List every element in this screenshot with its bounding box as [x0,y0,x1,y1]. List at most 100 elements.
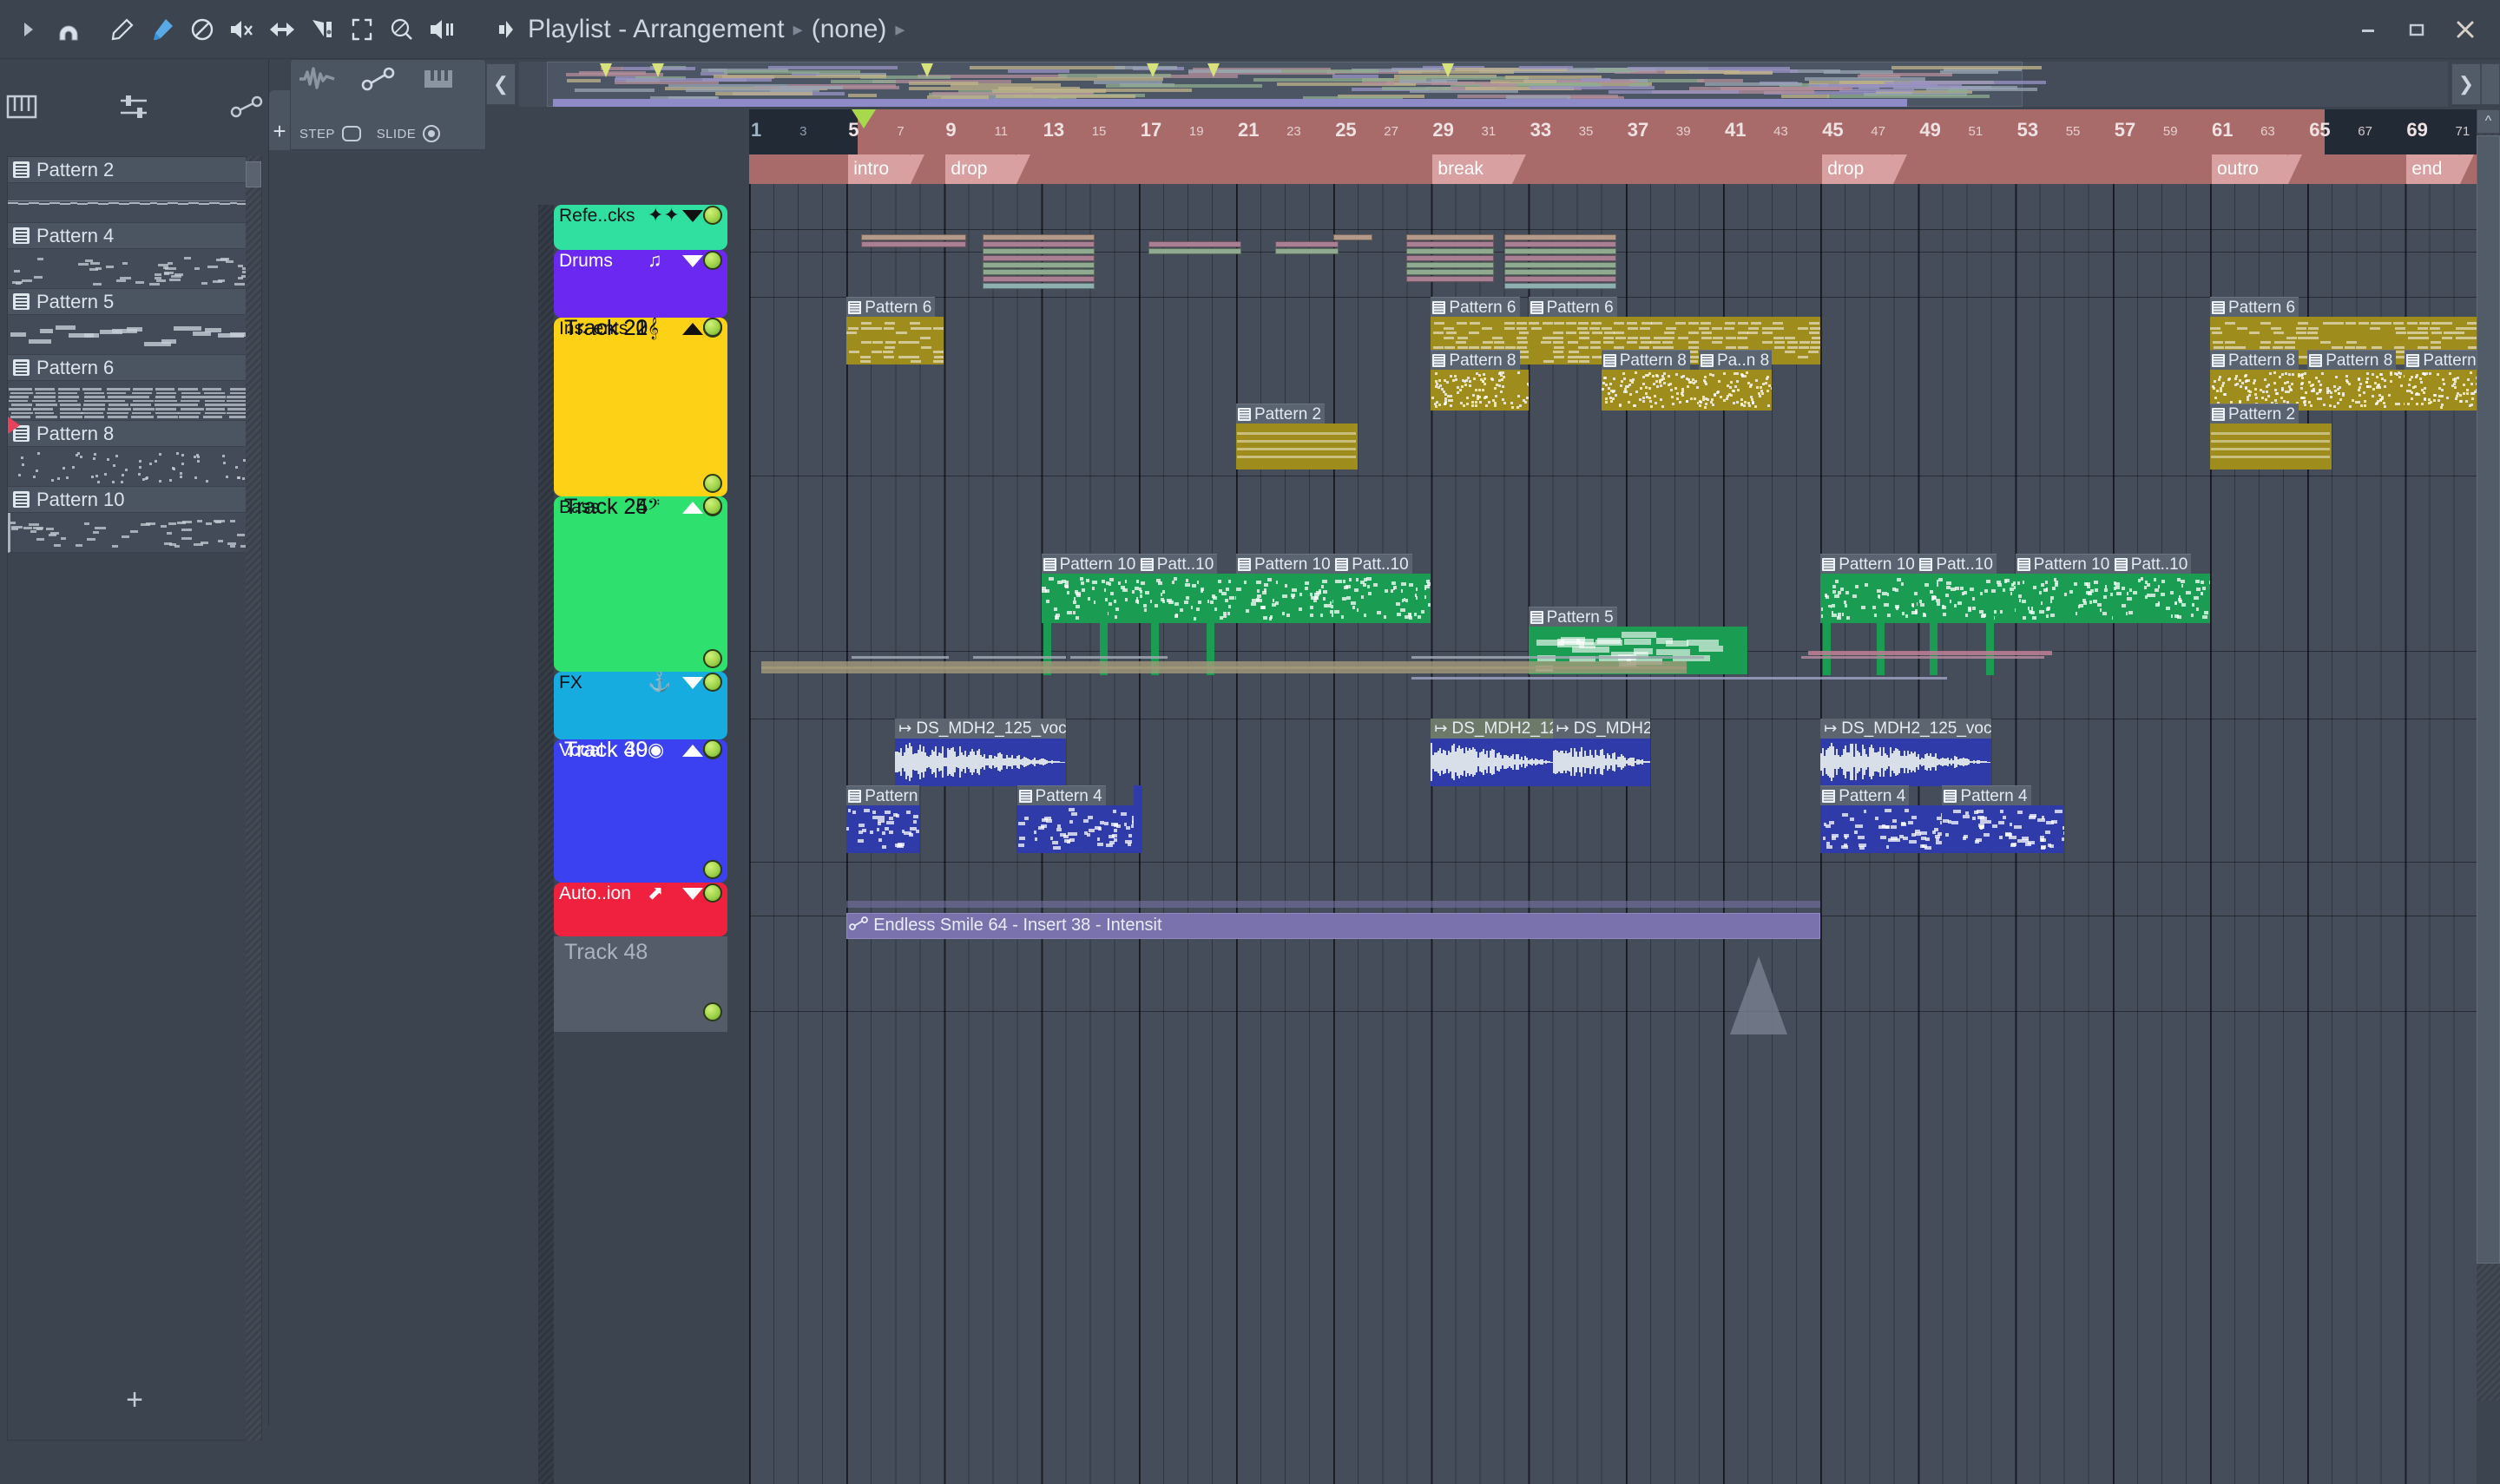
clip-label[interactable]: Patt..10 [1139,554,1218,574]
bass-oneshot-clip[interactable] [1930,607,1938,675]
slice-icon[interactable] [302,10,342,49]
audio-clip-icon[interactable] [298,67,336,91]
clip-label[interactable]: Pattern 5 [1529,607,1617,627]
menu-arrow-icon[interactable] [9,10,49,49]
timeline-marker[interactable]: break [1432,154,1512,184]
drum-clip[interactable] [1504,262,1616,268]
drum-clip[interactable] [1504,269,1616,275]
timeline-marker[interactable]: intro [848,154,911,184]
clip-label[interactable]: Pattern 8 [2210,350,2299,370]
pattern-clip[interactable]: Pattern 6 [846,297,944,364]
track-group-auto-ion[interactable]: Auto..ion⬈ [554,883,727,936]
pattern-item-preview[interactable] [8,381,261,421]
pattern-clip[interactable]: Pattern 10 [1042,554,1139,623]
fx-clip[interactable] [1411,677,1947,680]
pattern-item-preview[interactable] [8,315,261,355]
arrangement-grid[interactable]: Pattern 6Pattern 6Pattern 6Pattern 6Patt… [749,184,2477,1484]
pattern-clip[interactable]: Pattern 4 [846,785,919,853]
clip-label[interactable]: Pattern 10 [2016,554,2113,574]
track-enable-led[interactable] [703,496,722,515]
audio-clip[interactable]: ↦DS_MDH2..t_D#min [1553,719,1650,786]
drum-clip[interactable] [1406,276,1494,282]
drum-clip[interactable] [1275,248,1339,254]
piano-roll-icon[interactable] [5,92,38,121]
clip-label[interactable]: Patt..10 [1918,554,1997,574]
clip-body[interactable] [2016,574,2113,623]
track-enable-led[interactable] [703,474,722,493]
fx-clip[interactable] [1801,656,2045,659]
pattern-clip[interactable]: Pattern 8 [2405,350,2477,410]
delete-slash-icon[interactable] [182,10,222,49]
clip-label[interactable]: Pattern 4 [1017,785,1106,805]
playhead-marker[interactable] [852,109,876,128]
playlist-vertical-scrollbar[interactable]: ^ [2477,109,2500,1425]
drum-clip[interactable] [1275,241,1339,247]
track-group-collapse-arrow[interactable] [682,888,703,900]
drum-clip[interactable] [983,241,1095,247]
drum-clip[interactable] [1333,234,1372,240]
track-headers[interactable]: Refe..cks✦✦Drums♫Ins..ents𝄞Track 20...Tr… [554,205,727,1484]
track-group-drums[interactable]: Drums♫ [554,250,727,318]
overview-canvas[interactable] [519,62,2448,107]
clip-body[interactable] [1042,574,1139,623]
scroll-up-button[interactable]: ^ [2477,109,2500,134]
clip-body[interactable] [1820,805,1942,853]
drum-clip[interactable] [983,269,1095,275]
pattern-clip[interactable]: Pattern 10 [2016,554,2113,623]
automation-clip[interactable]: Endless Smile 64 - Insert 38 - Intensit [846,913,1820,939]
overview-end-handle[interactable] [2481,63,2500,105]
fx-clip[interactable] [1411,656,1704,659]
audio-waveform[interactable] [1431,739,1552,786]
drum-clip[interactable] [1504,241,1616,247]
pattern-picker-item[interactable]: Pattern 8 [8,421,261,487]
drum-clip[interactable] [983,276,1095,282]
clip-body[interactable] [2113,574,2210,623]
timeline-marker[interactable]: drop [945,154,1016,184]
overview-viewport[interactable] [547,62,2023,107]
clip-body[interactable] [1236,424,1358,469]
slip-edit-icon[interactable] [262,10,302,49]
track-group-track-48[interactable]: Track 48 [554,936,727,1032]
pattern-list-scrollbar-track[interactable] [246,156,261,1441]
track-enable-led[interactable] [703,883,722,903]
fx-clip[interactable] [1070,656,1168,659]
timeline-marker[interactable]: drop [1822,154,1893,184]
pattern-clip[interactable]: Pattern 4 [1820,785,1942,853]
clip-body[interactable] [1431,370,1528,410]
pattern-item-preview[interactable] [8,513,261,553]
timeline-marker[interactable]: end [2406,154,2460,184]
automation-clip-icon[interactable] [360,67,397,91]
track-enable-led[interactable] [703,1002,722,1021]
automation-clip-label[interactable]: Endless Smile 64 - Insert 38 - Intensit [849,914,1161,937]
overview-scroll-left[interactable]: ❮ [486,63,516,105]
add-pattern-button[interactable]: + [0,1375,269,1425]
pattern-picker-item[interactable]: Pattern 5 [8,289,261,355]
treble-clef-icon[interactable]: 𝄞 [648,318,659,338]
track-enable-led[interactable] [703,739,722,758]
audio-waveform[interactable] [895,739,1065,786]
track-enable-led[interactable] [703,206,722,225]
pattern-clip[interactable]: Pattern 8 [2307,350,2405,410]
bass-clef-icon[interactable]: 𝄢 [648,496,660,517]
pattern-clip[interactable]: Pattern 8 [2210,350,2307,410]
maximize-button[interactable] [2392,10,2441,49]
drum-clip[interactable] [861,234,966,240]
clip-label[interactable]: Pattern 8 [1431,350,1519,370]
clip-label[interactable]: Pattern 8 [2405,350,2477,370]
track-group-collapse-arrow[interactable] [682,677,703,689]
clip-body[interactable] [1820,574,1918,623]
pattern-clip[interactable]: Pattern 8 [1602,350,1699,410]
playback-icon[interactable] [422,10,462,49]
draw-pencil-icon[interactable] [102,10,142,49]
pattern-item-header[interactable]: Pattern 4 [8,223,261,249]
pattern-clip[interactable]: Pattern 8 [1431,350,1528,410]
pattern-item-header[interactable]: Pattern 5 [8,289,261,315]
clip-body[interactable] [2405,370,2477,410]
clip-label[interactable]: Pattern 10 [1042,554,1139,574]
clip-label[interactable]: Pa..n 8 [1699,350,1772,370]
step-toggle[interactable] [342,126,361,141]
close-button[interactable] [2441,10,2490,49]
pattern-clip[interactable]: Patt..10 [2113,554,2210,623]
track-options-dots[interactable]: ... [566,318,589,337]
pattern-clip[interactable]: Pattern 10 [1236,554,1333,623]
